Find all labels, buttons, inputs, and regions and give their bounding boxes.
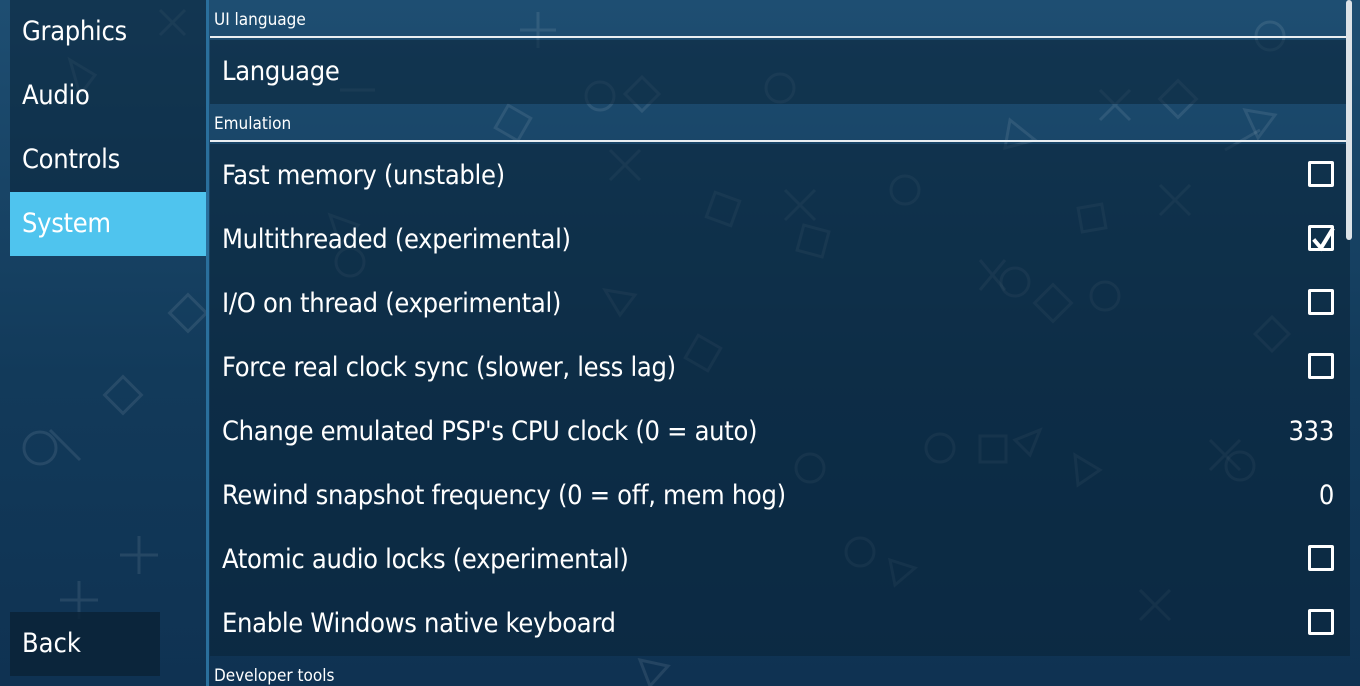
section-header-emulation: Emulation — [210, 104, 1350, 142]
setting-cpu-clock[interactable]: Change emulated PSP's CPU clock (0 = aut… — [210, 400, 1350, 464]
category-tabs: Graphics Audio Controls System — [10, 0, 206, 256]
setting-label: Atomic audio locks (experimental) — [222, 544, 629, 575]
fast-memory-checkbox[interactable] — [1308, 161, 1334, 187]
setting-force-real-clock-sync[interactable]: Force real clock sync (slower, less lag) — [210, 336, 1350, 400]
rewind-frequency-value: 0 — [1318, 480, 1334, 511]
language-setting[interactable]: Language — [210, 40, 1350, 104]
setting-label: Rewind snapshot frequency (0 = off, mem … — [222, 480, 786, 511]
setting-label: I/O on thread (experimental) — [222, 288, 562, 319]
setting-io-on-thread[interactable]: I/O on thread (experimental) — [210, 272, 1350, 336]
atomic-audio-locks-checkbox[interactable] — [1308, 545, 1334, 571]
io-on-thread-checkbox[interactable] — [1308, 289, 1334, 315]
setting-label: Multithreaded (experimental) — [222, 224, 571, 255]
tab-controls[interactable]: Controls — [10, 128, 206, 192]
setting-label: Change emulated PSP's CPU clock (0 = aut… — [222, 416, 758, 447]
back-button[interactable]: Back — [10, 612, 160, 676]
section-header-ui-language: UI language — [210, 0, 1350, 38]
setting-fast-memory[interactable]: Fast memory (unstable) — [210, 144, 1350, 208]
scrollbar[interactable] — [1346, 0, 1352, 240]
force-real-clock-sync-checkbox[interactable] — [1308, 353, 1334, 379]
windows-native-keyboard-checkbox[interactable] — [1308, 609, 1334, 635]
checkmark-icon — [1312, 227, 1335, 252]
tab-graphics[interactable]: Graphics — [10, 0, 206, 64]
section-header-developer-tools: Developer tools — [214, 666, 335, 686]
setting-label: Fast memory (unstable) — [222, 160, 505, 191]
tab-audio[interactable]: Audio — [10, 64, 206, 128]
setting-atomic-audio-locks[interactable]: Atomic audio locks (experimental) — [210, 528, 1350, 592]
setting-multithreaded[interactable]: Multithreaded (experimental) — [210, 208, 1350, 272]
cpu-clock-value: 333 — [1288, 416, 1335, 447]
language-label: Language — [222, 56, 340, 87]
tab-system[interactable]: System — [10, 192, 206, 256]
setting-label: Force real clock sync (slower, less lag) — [222, 352, 676, 383]
multithreaded-checkbox[interactable] — [1308, 225, 1335, 252]
setting-windows-native-keyboard[interactable]: Enable Windows native keyboard — [210, 592, 1350, 656]
panel-divider — [206, 0, 209, 686]
setting-rewind-snapshot-frequency[interactable]: Rewind snapshot frequency (0 = off, mem … — [210, 464, 1350, 528]
settings-list: UI language Language Emulation Fast memo… — [210, 0, 1350, 686]
setting-label: Enable Windows native keyboard — [222, 608, 616, 639]
